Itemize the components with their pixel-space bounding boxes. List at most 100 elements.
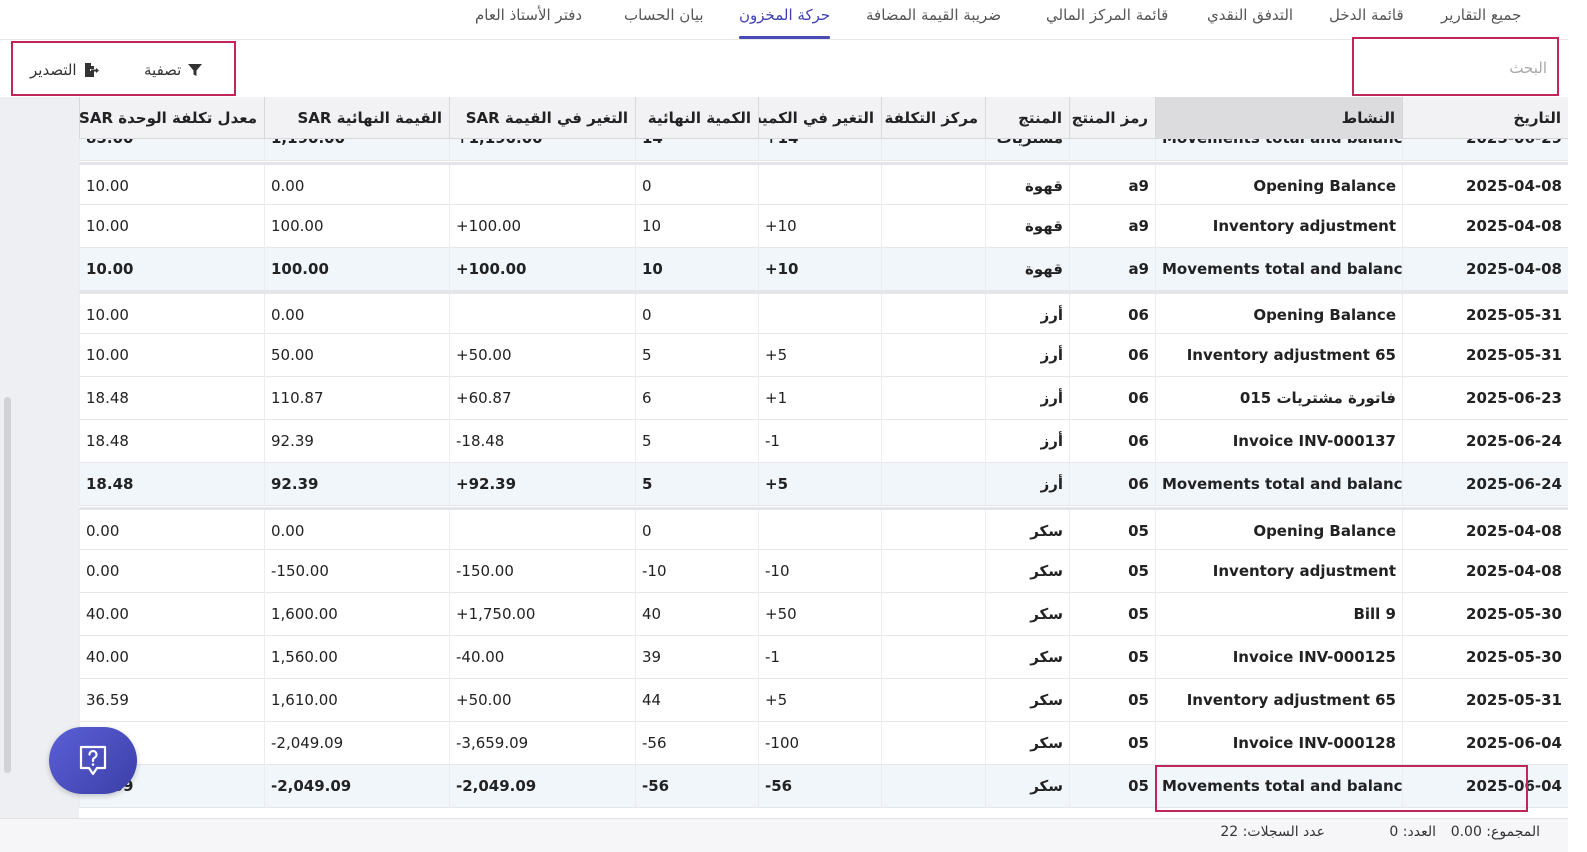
table-row[interactable]: 2025-04-08 Opening Balance 05 سكر 0 0.00 0.00 [79, 507, 1568, 553]
cell-product-code: 05 [1069, 636, 1155, 679]
cell-final-qty: 5 [635, 420, 758, 463]
cell-cost-center [881, 294, 985, 337]
tab-cash-flow[interactable]: التدفق النقدي [1207, 6, 1293, 40]
table-row[interactable]: 2025-06-24 Invoice INV-000137 06 أرز -1 5 -18.… [79, 420, 1568, 463]
cell-cost-center [881, 550, 985, 593]
table-row[interactable]: 2025-05-31 Inventory adjustment 65 05 سكر +5… [79, 679, 1568, 722]
table-row[interactable]: 2025-04-08 Inventory adjustment a9 قهوة +10 1… [79, 205, 1568, 248]
cell-date: 2025-04-08 [1402, 550, 1568, 593]
footer-count: العدد: 0 [1389, 824, 1436, 840]
cell-cost-center [881, 334, 985, 377]
search-input[interactable] [1360, 55, 1547, 81]
table-row[interactable]: 2025-05-31 Inventory adjustment 65 06 أرز +5… [79, 334, 1568, 377]
column-header[interactable]: رمز المنتج [1069, 97, 1155, 139]
cell-activity: Movements total and balance [1155, 139, 1402, 160]
tab-vat[interactable]: ضريبة القيمة المضافة [866, 6, 1001, 40]
help-button[interactable] [49, 727, 137, 794]
cell-activity: Movements total and balance [1155, 765, 1402, 808]
cell-date: 2025-04-08 [1402, 165, 1568, 208]
cell-qty-change [758, 294, 881, 337]
cell-final-qty: -56 [635, 722, 758, 765]
column-header[interactable]: التغير في القيمة SAR [449, 97, 635, 139]
table-row-total[interactable]: 2025-06-29Movements total and balance مشت… [79, 139, 1568, 161]
column-header[interactable]: النشاط [1155, 97, 1402, 139]
cell-activity: Opening Balance [1155, 294, 1402, 337]
cell-product-code: 05 [1069, 550, 1155, 593]
cell-product-code: 06 [1069, 420, 1155, 463]
cell-product: أرز [985, 377, 1069, 420]
tab-all-reports[interactable]: جميع التقارير [1441, 6, 1521, 40]
column-header[interactable]: القيمة النهائية SAR [264, 97, 449, 139]
cell-product-code: a9 [1069, 248, 1155, 291]
column-header[interactable]: المنتج [985, 97, 1069, 139]
cell-final-qty: 39 [635, 636, 758, 679]
table-row[interactable]: 2025-05-30 Bill 9 05 سكر +50 40 +1,750.00 1,600… [79, 593, 1568, 636]
cell-qty-change: +50 [758, 593, 881, 636]
cell-cost-center [881, 205, 985, 248]
cell-product: سكر [985, 636, 1069, 679]
column-header[interactable]: التاريخ [1402, 97, 1568, 139]
cell-date: 2025-04-08 [1402, 510, 1568, 553]
cell-final-qty: 10 [635, 248, 758, 291]
cell-date: 2025-06-23 [1402, 377, 1568, 420]
export-button-label: التصدير [30, 61, 77, 79]
cell-value-change [449, 294, 635, 337]
cell-product-code: 05 [1069, 722, 1155, 765]
table-row-total[interactable]: 2025-06-04 Movements total and balance 05 س… [79, 765, 1568, 808]
cell-value-change: +1,190.00 [449, 139, 635, 160]
vertical-scrollbar[interactable] [4, 397, 11, 773]
cell-activity: Invoice INV-000125 [1155, 636, 1402, 679]
cell-product: سكر [985, 722, 1069, 765]
cell-qty-change: -1 [758, 636, 881, 679]
cell-qty-change: +1 [758, 377, 881, 420]
cell-value-change [449, 165, 635, 208]
column-header[interactable]: التغير في الكمية [758, 97, 881, 139]
cell-cost-center [881, 420, 985, 463]
table-header: التاريخ النشاط رمز المنتج المنتج مركز التكلف… [79, 97, 1568, 139]
report-tabs: جميع التقارير قائمة الدخل التدفق النقدي … [0, 0, 1568, 40]
cell-product-code [1069, 139, 1155, 160]
tab-inventory-movement[interactable]: حركة المخزون [739, 6, 831, 40]
cell-value-change: -18.48 [449, 420, 635, 463]
table-row[interactable]: 2025-06-23 فاتورة مشتريات 015 06 أرز +1 6 +60.… [79, 377, 1568, 420]
export-button[interactable]: التصدير [30, 59, 99, 81]
cell-final-value: 0.00 [264, 510, 449, 553]
cell-final-qty: 0 [635, 510, 758, 553]
help-question-icon [79, 745, 107, 775]
cell-final-value: -2,049.09 [264, 722, 449, 765]
cell-product-code: 05 [1069, 510, 1155, 553]
cell-date: 2025-04-08 [1402, 248, 1568, 291]
table-row[interactable]: 2025-05-31 Opening Balance 06 أرز 0 0.00 10.00 [79, 291, 1568, 337]
cell-unit-cost: 18.48 [79, 463, 264, 506]
table-row[interactable]: 2025-06-04 Invoice INV-000128 05 سكر -100 -56… [79, 722, 1568, 765]
table-row[interactable]: 2025-04-08 Inventory adjustment 05 سكر -10 -1… [79, 550, 1568, 593]
column-header[interactable]: مركز التكلفة [881, 97, 985, 139]
cell-final-value: 1,600.00 [264, 593, 449, 636]
filter-button-label: تصفية [144, 61, 182, 79]
tab-balance-sheet[interactable]: قائمة المركز المالي [1046, 6, 1168, 40]
cell-final-qty: -56 [635, 765, 758, 808]
filter-button[interactable]: تصفية [144, 59, 203, 81]
table-row-total[interactable]: 2025-04-08 Movements total and balance a9 ق… [79, 248, 1568, 291]
cell-qty-change: +14 [758, 139, 881, 160]
cell-product-code: 06 [1069, 377, 1155, 420]
cell-value-change [449, 510, 635, 553]
cell-product: قهوة [985, 165, 1069, 208]
table-row-total[interactable]: 2025-06-24 Movements total and balance 06 أ… [79, 463, 1568, 506]
cell-activity: Movements total and balance [1155, 463, 1402, 506]
footer-records: عدد السجلات: 22 [1220, 824, 1325, 840]
column-header[interactable]: معدل تكلفة الوحدة SAR [79, 97, 264, 139]
table-row[interactable]: 2025-05-30 Invoice INV-000125 05 سكر -1 39 -40… [79, 636, 1568, 679]
cell-activity: Inventory adjustment 65 [1155, 679, 1402, 722]
cell-unit-cost: 40.00 [79, 636, 264, 679]
cell-value-change: +50.00 [449, 334, 635, 377]
column-header[interactable]: الكمية النهائية [635, 97, 758, 139]
cell-final-value: 1,190.00 [264, 139, 449, 160]
cell-product: أرز [985, 334, 1069, 377]
tab-income-statement[interactable]: قائمة الدخل [1329, 6, 1404, 40]
cell-value-change: +100.00 [449, 205, 635, 248]
tab-general-ledger[interactable]: دفتر الأستاذ العام [475, 6, 582, 40]
table-row[interactable]: 2025-04-08 Opening Balance a9 قهوة 0 0.00 10.0… [79, 162, 1568, 208]
cell-value-change: +92.39 [449, 463, 635, 506]
tab-account-statement[interactable]: بيان الحساب [624, 6, 704, 40]
